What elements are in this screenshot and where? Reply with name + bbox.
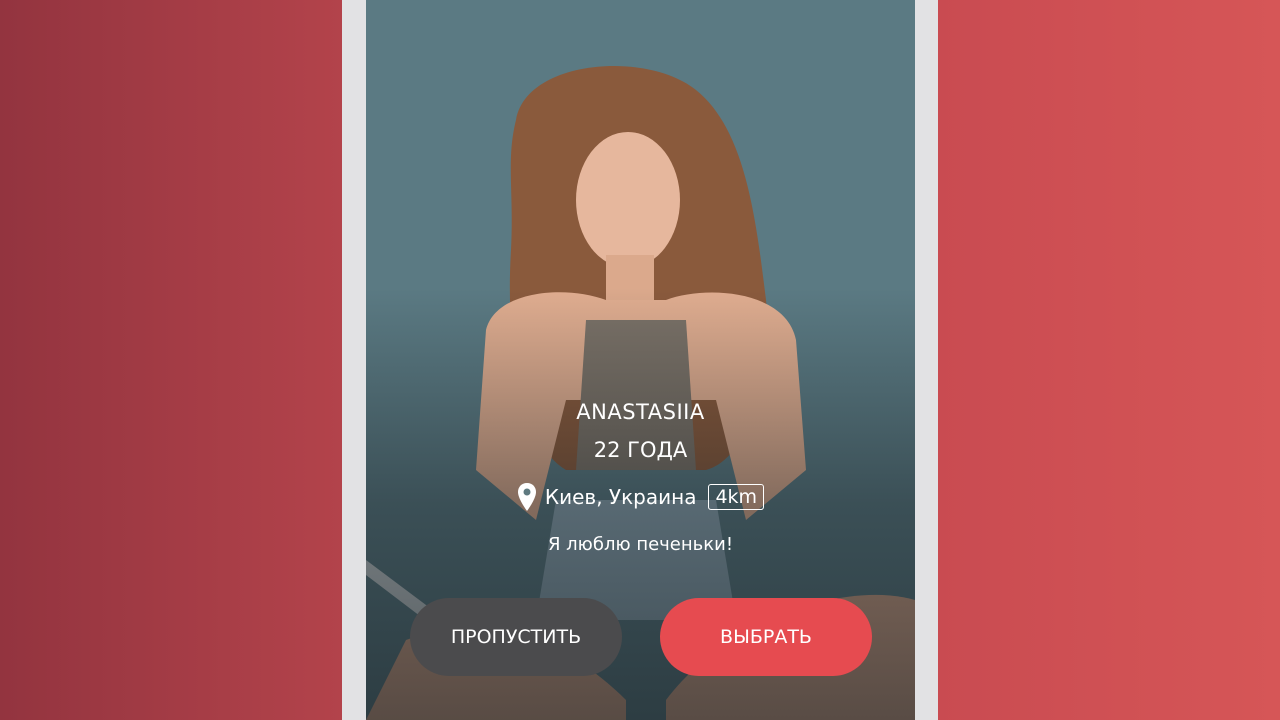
app-stage: ANASTASIIA 22 ГОДА Киев, Украина 4km Я л… — [0, 0, 1280, 720]
distance-badge: 4km — [708, 484, 765, 510]
location-row: Киев, Украина 4km — [366, 482, 915, 512]
profile-age: 22 ГОДА — [593, 438, 688, 462]
profile-bio: Я люблю печеньки! — [547, 534, 734, 555]
select-button[interactable]: ВЫБРАТЬ — [660, 598, 872, 676]
map-pin-icon — [517, 483, 536, 511]
background-right — [938, 0, 1280, 720]
location-city: Киев, Украина — [544, 485, 697, 509]
profile-card[interactable]: ANASTASIIA 22 ГОДА Киев, Украина 4km Я л… — [366, 0, 915, 720]
background-left — [0, 0, 342, 720]
profile-name: ANASTASIIA — [576, 400, 705, 424]
profile-info: ANASTASIIA 22 ГОДА Киев, Украина 4km Я л… — [366, 398, 915, 555]
skip-button[interactable]: ПРОПУСТИТЬ — [410, 598, 622, 676]
